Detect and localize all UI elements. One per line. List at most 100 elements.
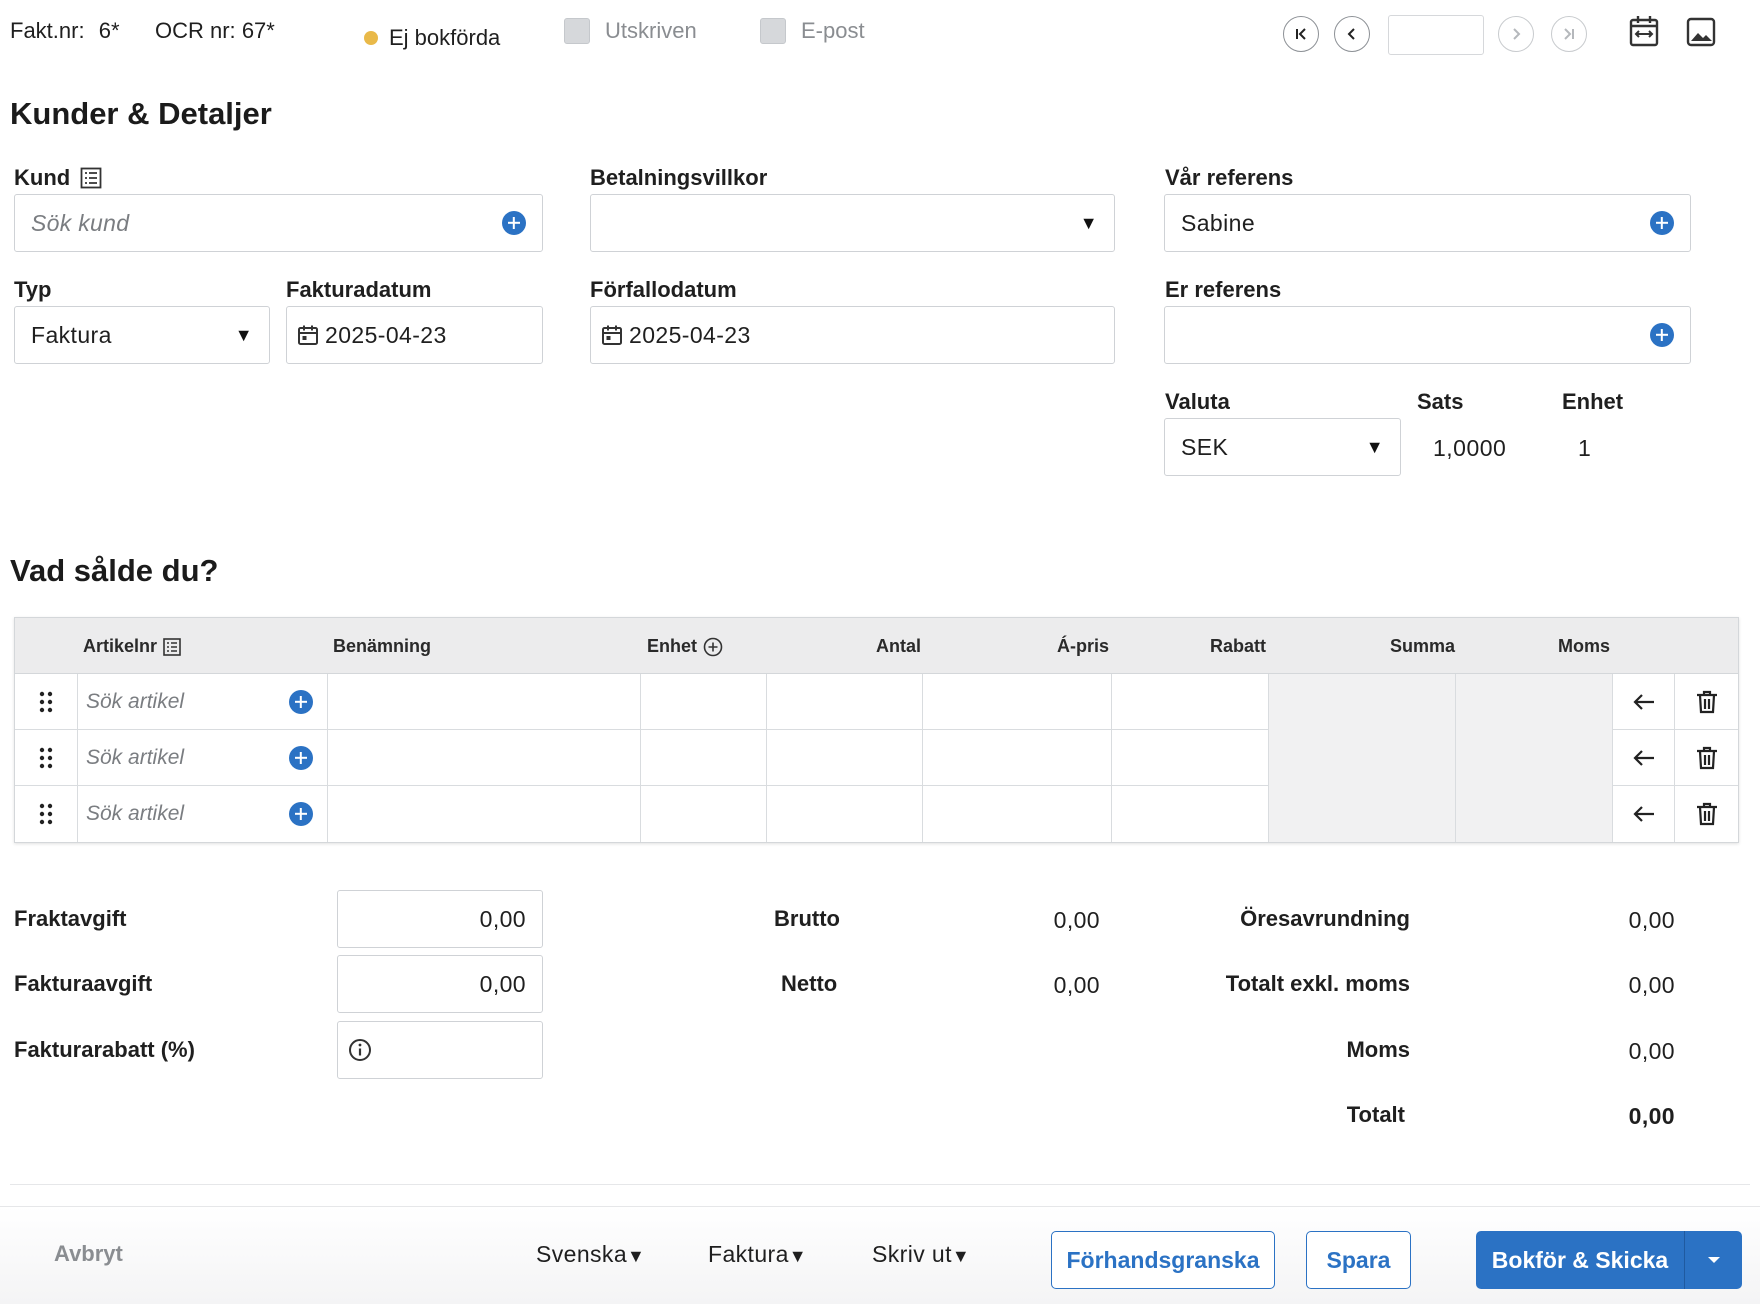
article-list-icon[interactable] <box>163 637 181 656</box>
article-search-cell[interactable]: Sök artikel <box>78 674 328 730</box>
doc-type-label: Faktura <box>708 1241 789 1267</box>
discount-cell[interactable] <box>1112 730 1269 786</box>
our-reference-input[interactable]: Sabine <box>1164 194 1691 252</box>
discount-cell[interactable] <box>1112 786 1269 842</box>
arrow-left-icon[interactable] <box>1613 804 1674 824</box>
quantity-cell[interactable] <box>767 786 923 842</box>
cancel-button[interactable]: Avbryt <box>54 1241 123 1267</box>
printed-checkbox[interactable] <box>564 18 590 44</box>
email-checkbox[interactable] <box>760 18 786 44</box>
article-search-placeholder: Sök artikel <box>86 746 185 769</box>
type-value: Faktura <box>31 321 112 348</box>
invoice-number-value: 6* <box>98 18 120 43</box>
unit-cell[interactable] <box>641 786 767 842</box>
article-search-cell[interactable]: Sök artikel <box>78 730 328 786</box>
drag-handle-icon[interactable] <box>15 691 77 713</box>
trash-icon[interactable] <box>1675 746 1738 770</box>
invoice-discount-label: Fakturarabatt (%) <box>14 1037 195 1062</box>
description-cell[interactable] <box>328 674 641 730</box>
col-article-no-label: Artikelnr <box>83 636 158 656</box>
move-row-button[interactable] <box>1613 730 1675 786</box>
delete-row-button[interactable] <box>1675 786 1738 842</box>
move-row-button[interactable] <box>1613 674 1675 730</box>
print-menu[interactable]: Skriv ut▼ <box>872 1241 970 1268</box>
prev-page-button[interactable] <box>1334 16 1370 52</box>
net-value: 0,00 <box>1053 972 1100 998</box>
delete-row-button[interactable] <box>1675 730 1738 786</box>
col-sum: Summa <box>1390 636 1456 656</box>
currency-label: Valuta <box>1165 389 1230 414</box>
description-cell[interactable] <box>328 730 641 786</box>
customer-list-icon[interactable] <box>80 167 102 189</box>
drag-handle[interactable] <box>15 674 78 730</box>
items-section-title: Vad sålde du? <box>10 553 219 588</box>
your-reference-input[interactable] <box>1164 306 1691 364</box>
due-date-input[interactable]: 2025-04-23 <box>590 306 1115 364</box>
add-article-plus-icon[interactable] <box>289 802 313 826</box>
calendar-icon[interactable] <box>297 324 319 346</box>
trash-icon[interactable] <box>1675 690 1738 714</box>
book-send-dropdown[interactable] <box>1684 1231 1742 1289</box>
last-page-button[interactable] <box>1551 16 1587 52</box>
article-search-placeholder: Sök artikel <box>86 690 185 713</box>
save-button[interactable]: Spara <box>1306 1231 1411 1289</box>
invoice-number: Fakt.nr: 6* <box>10 18 120 44</box>
unit-price-cell[interactable] <box>923 674 1112 730</box>
customer-search-input[interactable]: Sök kund <box>14 194 543 252</box>
drag-handle[interactable] <box>15 730 78 786</box>
invoice-fee-input[interactable]: 0,00 <box>337 955 543 1013</box>
article-search-cell[interactable]: Sök artikel <box>78 786 328 842</box>
doc-type-menu[interactable]: Faktura▼ <box>708 1241 807 1268</box>
arrow-left-icon[interactable] <box>1613 748 1674 768</box>
freight-input[interactable]: 0,00 <box>337 890 543 948</box>
currency-select[interactable]: SEK ▼ <box>1164 418 1401 476</box>
rounding-value: 0,00 <box>1628 907 1675 933</box>
add-your-reference-plus-icon[interactable] <box>1650 323 1674 347</box>
delete-row-button[interactable] <box>1675 674 1738 730</box>
book-send-button[interactable]: Bokför & Skicka <box>1476 1247 1684 1274</box>
unit-price-cell[interactable] <box>923 786 1112 842</box>
calendar-swap-button[interactable] <box>1628 14 1660 48</box>
article-search-placeholder: Sök artikel <box>86 802 185 825</box>
payment-terms-select[interactable]: ▼ <box>590 194 1115 252</box>
invoice-discount-input[interactable] <box>337 1021 543 1079</box>
quantity-cell[interactable] <box>767 730 923 786</box>
page-number-input[interactable] <box>1388 15 1484 55</box>
email-checkbox-group[interactable]: E-post <box>760 18 865 44</box>
invoice-date-label: Fakturadatum <box>286 277 432 302</box>
image-button[interactable] <box>1686 17 1716 47</box>
col-unit-price: Á-pris <box>1057 636 1110 656</box>
add-article-plus-icon[interactable] <box>289 746 313 770</box>
currency-value: SEK <box>1181 433 1229 460</box>
info-icon[interactable] <box>348 1038 372 1062</box>
quantity-cell[interactable] <box>767 674 923 730</box>
invoice-date-input[interactable]: 2025-04-23 <box>286 306 543 364</box>
trash-icon[interactable] <box>1675 802 1738 826</box>
arrow-left-icon[interactable] <box>1613 692 1674 712</box>
unit-cell[interactable] <box>641 730 767 786</box>
drag-handle-icon[interactable] <box>15 747 77 769</box>
discount-cell[interactable] <box>1112 674 1269 730</box>
language-menu[interactable]: Svenska▼ <box>536 1241 645 1268</box>
preview-button[interactable]: Förhandsgranska <box>1051 1231 1275 1289</box>
type-select[interactable]: Faktura ▼ <box>14 306 270 364</box>
move-row-button[interactable] <box>1613 786 1675 842</box>
customer-search-placeholder: Sök kund <box>31 209 130 236</box>
unit-cell[interactable] <box>641 674 767 730</box>
next-page-button[interactable] <box>1498 16 1534 52</box>
drag-handle[interactable] <box>15 786 78 842</box>
print-label: Skriv ut <box>872 1241 952 1267</box>
add-unit-icon[interactable] <box>703 637 723 657</box>
add-our-reference-plus-icon[interactable] <box>1650 211 1674 235</box>
invoice-date-value: 2025-04-23 <box>325 321 447 348</box>
printed-checkbox-group[interactable]: Utskriven <box>564 18 697 44</box>
first-page-button[interactable] <box>1283 16 1319 52</box>
add-customer-plus-icon[interactable] <box>502 211 526 235</box>
description-cell[interactable] <box>328 786 641 842</box>
calendar-icon[interactable] <box>601 324 623 346</box>
caret-down-icon: ▼ <box>234 324 253 345</box>
unit-price-cell[interactable] <box>923 730 1112 786</box>
add-article-plus-icon[interactable] <box>289 690 313 714</box>
rate-value: 1,0000 <box>1433 435 1507 461</box>
drag-handle-icon[interactable] <box>15 803 77 825</box>
